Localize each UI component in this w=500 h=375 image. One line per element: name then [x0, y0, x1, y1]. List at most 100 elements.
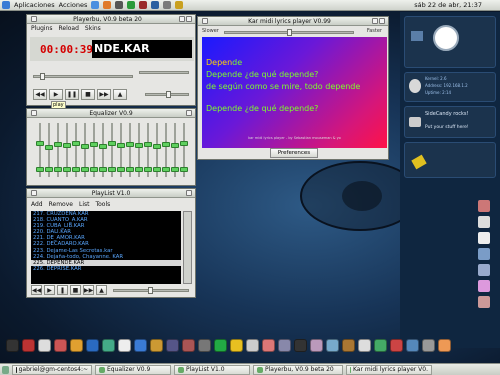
dock-icon[interactable] — [22, 338, 35, 352]
eq-band-knob[interactable] — [117, 167, 125, 172]
menu-reload[interactable]: Reload — [59, 25, 79, 32]
seek-slider[interactable] — [33, 73, 133, 80]
playlist-titlebar[interactable]: PlayList V1.0 — [27, 189, 195, 198]
eq-band-knob[interactable] — [153, 167, 161, 172]
eq-band-knob[interactable] — [153, 143, 161, 149]
close-button[interactable] — [186, 16, 192, 22]
dock-icon[interactable] — [358, 338, 371, 352]
launcher-icon[interactable] — [103, 1, 112, 9]
dock-icon[interactable] — [118, 338, 131, 352]
dock-icon[interactable] — [230, 338, 243, 352]
eq-band-slider[interactable] — [153, 123, 161, 177]
menu-actions[interactable]: Acciones — [59, 1, 88, 9]
launcher-icon[interactable] — [478, 248, 490, 260]
show-desktop-icon[interactable] — [2, 365, 9, 374]
launcher-icon[interactable] — [139, 1, 148, 9]
launcher-icon[interactable] — [478, 264, 490, 276]
eq-band-slider[interactable] — [63, 123, 71, 177]
dock-icon[interactable] — [54, 338, 67, 352]
task-terminal[interactable]: gabriel@gm-centos4:~ — [12, 364, 92, 375]
eq-band-knob[interactable] — [126, 167, 134, 172]
eq-band-knob[interactable] — [54, 167, 62, 172]
pl-pause-button[interactable]: ❚ — [57, 285, 68, 295]
eq-band-slider[interactable] — [135, 123, 143, 177]
dock-icon[interactable] — [150, 338, 163, 352]
dock-icon[interactable] — [294, 338, 307, 352]
launcher-icon[interactable] — [151, 1, 160, 9]
eq-band-knob[interactable] — [81, 167, 89, 172]
task-playlist[interactable]: PlayList V1.0 — [174, 364, 250, 375]
eq-band-knob[interactable] — [90, 167, 98, 172]
eq-band-slider[interactable] — [36, 123, 44, 177]
minimize-button[interactable] — [372, 18, 378, 24]
dock-icon[interactable] — [38, 338, 51, 352]
minimize-button[interactable] — [179, 16, 185, 22]
pause-button[interactable]: ❚❚ — [65, 89, 79, 100]
eq-band-knob[interactable] — [108, 141, 116, 147]
launcher-icon[interactable] — [478, 280, 490, 292]
eq-band-knob[interactable] — [63, 143, 71, 149]
eq-band-slider[interactable] — [171, 123, 179, 177]
task-player[interactable]: Playerbu, V0.9 beta 20 — [253, 364, 343, 375]
dock-icon[interactable] — [438, 338, 451, 352]
menu-tools[interactable]: Tools — [95, 201, 110, 208]
preferences-button[interactable]: Preferences — [270, 148, 318, 158]
eq-band-knob[interactable] — [117, 143, 125, 149]
pl-play-button[interactable]: ▶ — [44, 285, 55, 295]
launcher-icon[interactable] — [478, 200, 490, 212]
menu-list[interactable]: List — [79, 201, 90, 208]
playlist-list[interactable]: 217. CRUZDENA.KAR 218. CUANTO_A.KAR 219. C… — [31, 211, 181, 284]
dock-icon[interactable] — [390, 338, 403, 352]
dock-icon[interactable] — [198, 338, 211, 352]
dock-icon[interactable] — [166, 338, 179, 352]
eq-band-knob[interactable] — [180, 167, 188, 172]
volume-slider[interactable] — [145, 91, 189, 98]
eq-band-knob[interactable] — [72, 140, 80, 146]
dock-icon[interactable] — [310, 338, 323, 352]
rewind-button[interactable]: ◀◀ — [33, 89, 47, 100]
eq-band-slider[interactable] — [99, 123, 107, 177]
karaoke-titlebar[interactable]: Kar midi lyrics player V0.99 — [198, 17, 388, 26]
eq-band-slider[interactable] — [108, 123, 116, 177]
eq-band-knob[interactable] — [126, 142, 134, 148]
tempo-slider[interactable] — [224, 29, 354, 36]
dock-icon[interactable] — [326, 338, 339, 352]
eq-band-knob[interactable] — [99, 144, 107, 150]
eq-band-knob[interactable] — [162, 142, 170, 148]
dock-icon[interactable] — [214, 338, 227, 352]
eq-band-knob[interactable] — [180, 141, 188, 147]
stop-button[interactable]: ■ — [81, 89, 95, 100]
eq-band-knob[interactable] — [81, 143, 89, 149]
equalizer-titlebar[interactable]: Equalizer V0.9 — [27, 109, 195, 118]
playlist-scrollbar[interactable] — [183, 211, 192, 284]
forward-button[interactable]: ▶▶ — [97, 89, 111, 100]
close-button[interactable] — [379, 18, 385, 24]
close-button[interactable] — [186, 110, 192, 116]
dock-icon[interactable] — [278, 338, 291, 352]
task-equalizer[interactable]: Equalizer V0.9 — [95, 364, 171, 375]
eq-band-slider[interactable] — [162, 123, 170, 177]
eq-band-slider[interactable] — [180, 123, 188, 177]
dock-icon[interactable] — [134, 338, 147, 352]
menu-skins[interactable]: Skins — [85, 25, 101, 32]
eq-band-slider[interactable] — [54, 123, 62, 177]
dock-icon[interactable] — [6, 338, 19, 352]
eq-band-knob[interactable] — [144, 141, 152, 147]
launcher-icon[interactable] — [91, 1, 100, 9]
eq-band-knob[interactable] — [135, 142, 143, 148]
foot-icon[interactable] — [2, 1, 10, 9]
eq-band-knob[interactable] — [54, 142, 62, 148]
dock-icon[interactable] — [374, 338, 387, 352]
task-karaoke[interactable]: Kar midi lyrics player V0. — [346, 364, 432, 375]
dock-icon[interactable] — [102, 338, 115, 352]
dock-icon[interactable] — [342, 338, 355, 352]
launcher-icon[interactable] — [478, 232, 490, 244]
eq-band-slider[interactable] — [45, 123, 53, 177]
eq-band-knob[interactable] — [99, 167, 107, 172]
eq-band-knob[interactable] — [63, 167, 71, 172]
pl-position-slider[interactable] — [113, 287, 189, 294]
eq-band-knob[interactable] — [162, 167, 170, 172]
eq-band-knob[interactable] — [36, 167, 44, 172]
eq-band-knob[interactable] — [90, 142, 98, 148]
launcher-icon[interactable] — [163, 1, 172, 9]
